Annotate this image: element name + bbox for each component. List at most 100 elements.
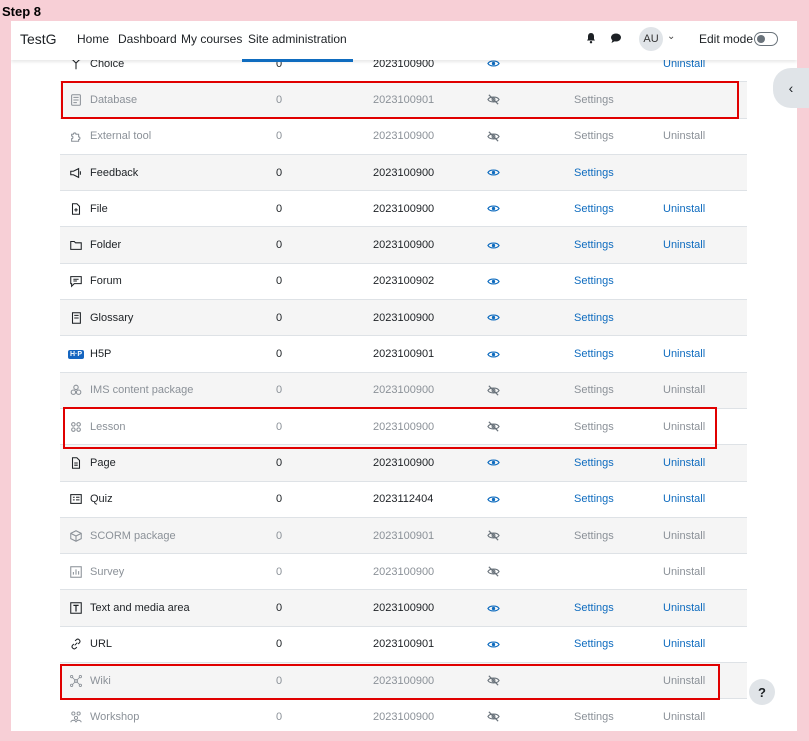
plugin-name: Text and media area: [90, 602, 190, 615]
settings-link[interactable]: Settings: [574, 239, 614, 251]
activity-count: 0: [276, 493, 283, 506]
settings-link[interactable]: Settings: [574, 530, 614, 542]
bell-icon[interactable]: [583, 30, 599, 46]
settings-link[interactable]: Settings: [574, 638, 614, 650]
eye-slash-icon[interactable]: [486, 710, 500, 724]
help-button[interactable]: ?: [749, 679, 775, 705]
settings-link[interactable]: Settings: [574, 457, 614, 469]
plugin-version: 2023100900: [373, 202, 435, 215]
folder-icon: [68, 237, 84, 253]
plugin-version: 2023100901: [373, 638, 435, 651]
activity-count: 0: [276, 638, 283, 651]
uninstall-link[interactable]: Uninstall: [663, 130, 705, 142]
uninstall-link[interactable]: Uninstall: [663, 348, 705, 360]
settings-link[interactable]: Settings: [574, 348, 614, 360]
settings-link[interactable]: Settings: [574, 203, 614, 215]
uninstall-link[interactable]: Uninstall: [663, 384, 705, 396]
plugin-name: Survey: [90, 565, 125, 578]
uninstall-link[interactable]: Uninstall: [663, 566, 705, 578]
plugin-name: H5P: [90, 348, 112, 361]
uninstall-link[interactable]: Uninstall: [663, 602, 705, 614]
plugin-version: 2023100902: [373, 275, 435, 288]
eye-icon[interactable]: [486, 202, 500, 216]
settings-link[interactable]: Settings: [574, 275, 614, 287]
eye-icon[interactable]: [486, 347, 500, 361]
browser-viewport: TestG Home Dashboard My courses Site adm…: [11, 21, 797, 731]
eye-slash-icon[interactable]: [486, 565, 500, 579]
table-row: Survey 0 2023100900 Uninstall: [60, 553, 747, 589]
plugin-name: File: [90, 202, 108, 215]
plugin-version: 2023112404: [373, 493, 434, 506]
link-icon: [68, 636, 84, 652]
uninstall-link[interactable]: Uninstall: [663, 711, 705, 723]
h5p-icon: H·P: [67, 349, 85, 359]
eye-slash-icon[interactable]: [486, 129, 500, 143]
plugin-version: 2023100900: [373, 239, 435, 252]
plugin-name: Feedback: [90, 166, 139, 179]
uninstall-link[interactable]: Uninstall: [663, 493, 705, 505]
eye-icon[interactable]: [486, 274, 500, 288]
settings-link[interactable]: Settings: [574, 602, 614, 614]
file-icon: [68, 201, 84, 217]
table-row: External tool 0 2023100900 Settings Uninstal…: [60, 117, 747, 154]
eye-icon[interactable]: [486, 492, 500, 506]
table-row: Feedback 0 2023100900 Settings: [60, 153, 747, 191]
activity-count: 0: [276, 456, 283, 469]
nav-my-courses[interactable]: My courses: [181, 32, 242, 46]
settings-link[interactable]: Settings: [574, 384, 614, 396]
workshop-icon: [68, 709, 84, 725]
nav-home[interactable]: Home: [77, 32, 109, 46]
toggle-knob: [757, 35, 765, 43]
plugin-name: Workshop: [90, 710, 140, 723]
eye-icon[interactable]: [486, 456, 500, 470]
settings-link[interactable]: Settings: [574, 493, 614, 505]
drawer-toggle-button[interactable]: ‹: [773, 68, 809, 108]
chevron-left-icon: ‹: [788, 80, 794, 96]
table-row: Text and media area 0 2023100900 Settings Un…: [60, 589, 747, 626]
plugin-version: 2023100900: [373, 710, 435, 723]
uninstall-link[interactable]: Uninstall: [663, 457, 705, 469]
page-icon: [68, 455, 84, 471]
uninstall-link[interactable]: Uninstall: [663, 203, 705, 215]
plugin-version: 2023100901: [373, 348, 435, 361]
activity-plugins-table: Choice 0 2023100900 Uninstall Database 0 20231…: [60, 45, 747, 731]
nav-site-administration[interactable]: Site administration: [242, 32, 353, 62]
nav-dashboard[interactable]: Dashboard: [118, 32, 177, 46]
uninstall-link[interactable]: Uninstall: [663, 638, 705, 650]
plugin-name: Glossary: [90, 311, 134, 324]
uninstall-link[interactable]: Uninstall: [663, 530, 705, 542]
eye-icon[interactable]: [486, 166, 500, 180]
plugin-name: URL: [90, 638, 113, 651]
activity-count: 0: [276, 130, 283, 143]
activity-count: 0: [276, 565, 283, 578]
eye-slash-icon[interactable]: [486, 529, 500, 543]
edit-mode-toggle[interactable]: [754, 32, 778, 46]
megaphone-icon: [68, 165, 84, 181]
settings-link[interactable]: Settings: [574, 167, 614, 179]
forum-icon: [68, 273, 84, 289]
settings-link[interactable]: Settings: [574, 312, 614, 324]
eye-icon[interactable]: [486, 238, 500, 252]
settings-link[interactable]: Settings: [574, 130, 614, 142]
plugin-name: External tool: [90, 130, 152, 143]
plugin-name: Folder: [90, 239, 122, 252]
table-row: File 0 2023100900 Settings Uninstall: [60, 190, 747, 226]
uninstall-link[interactable]: Uninstall: [663, 239, 705, 251]
top-navbar: TestG Home Dashboard My courses Site adm…: [11, 21, 797, 62]
eye-slash-icon[interactable]: [486, 383, 500, 397]
activity-count: 0: [276, 275, 283, 288]
activity-count: 0: [276, 348, 283, 361]
activity-count: 0: [276, 710, 283, 723]
survey-icon: [68, 564, 84, 580]
user-avatar[interactable]: AU: [639, 27, 663, 51]
messages-icon[interactable]: [608, 30, 624, 46]
chevron-down-icon[interactable]: ⌄: [667, 31, 675, 42]
activity-count: 0: [276, 311, 283, 324]
scorm-icon: [68, 528, 84, 544]
eye-icon[interactable]: [486, 637, 500, 651]
site-brand[interactable]: TestG: [20, 31, 57, 47]
eye-icon[interactable]: [486, 601, 500, 615]
quiz-icon: [68, 491, 84, 507]
settings-link[interactable]: Settings: [574, 711, 614, 723]
eye-icon[interactable]: [486, 311, 500, 325]
